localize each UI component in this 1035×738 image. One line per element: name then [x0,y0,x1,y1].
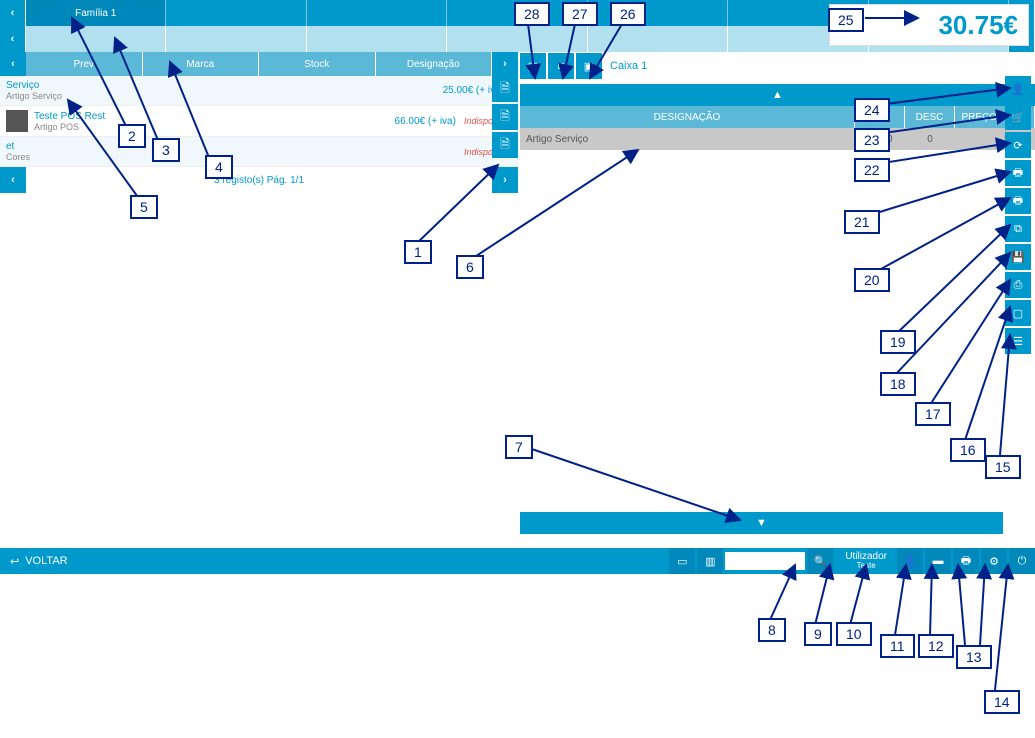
anno-20: 20 [854,268,890,292]
card-icon[interactable]: ▭ [669,548,695,574]
cart-row[interactable]: Artigo Serviço 1.000 0 25.00 [520,128,1035,150]
user-name: Teste [845,562,887,571]
device-icon[interactable]: ▢ [1005,300,1031,326]
back-label: VOLTAR [25,555,67,567]
col-desig[interactable]: Designação [376,52,493,76]
anno-25: 25 [828,8,864,32]
anno-27: 27 [562,2,598,26]
barcode-icon[interactable]: ⧈ [548,53,574,79]
anno-11: 11 [880,634,915,658]
product-name: Teste POS Rest [34,111,395,122]
anno-8: 8 [758,618,786,642]
anno-14: 14 [984,690,1020,714]
print-icon-1[interactable]: 🖶 [1005,160,1031,186]
doc-icon-3[interactable]: 🗎 [492,132,518,158]
wallet-icon[interactable]: ▬ [925,548,951,574]
pager-text: 3 registo(s) Pág. 1/1 [26,175,492,186]
anno-19: 19 [880,330,916,354]
doc-icon-2[interactable]: 🗎 [492,104,518,130]
anno-5: 5 [130,195,158,219]
anno-13: 13 [956,645,992,669]
cart-col-desc: DESC [905,106,955,128]
anno-21: 21 [844,210,880,234]
cart-col-desig: DESIGNAÇÃO [520,106,855,128]
product-row[interactable]: et Cores Indisponível [0,137,518,167]
user-box[interactable]: Utilizador Teste [837,551,895,571]
caixa-label: Caixa 1 [610,60,647,72]
col-stock[interactable]: Stock [259,52,376,76]
user-icon[interactable]: 👤 [1005,76,1031,102]
family-tab-2[interactable] [166,0,306,26]
total-amount: 30.75€ [938,10,1018,41]
config-icon[interactable]: ⚙ [981,548,1007,574]
subfamily-tab-1[interactable] [26,26,166,52]
family-tab-5[interactable] [588,0,728,26]
payment-icon[interactable]: ⎙ [1005,272,1031,298]
anno-23: 23 [854,128,890,152]
anno-15: 15 [985,455,1021,479]
anno-26: 26 [610,2,646,26]
back-button[interactable]: ↩ VOLTAR [0,555,78,568]
anno-9: 9 [804,622,832,646]
family-prev[interactable]: ‹ [0,0,26,26]
receipt-icon[interactable]: ▤ [520,53,546,79]
subfamily-tab-3[interactable] [307,26,447,52]
refresh-icon[interactable]: ⟳ [1005,132,1031,158]
anno-1: 1 [404,240,432,264]
doc-icon-1[interactable]: 🗎 [492,76,518,102]
product-price: 66.00€ (+ iva) [395,116,456,127]
product-row[interactable]: Serviço Artigo Serviço 25.00€ (+ iva) [0,76,518,106]
cart-item-desc: 0 [905,128,955,150]
anno-18: 18 [880,372,916,396]
product-row[interactable]: Teste POS Rest Artigo POS 66.00€ (+ iva)… [0,106,518,137]
power-icon[interactable]: ⏻ [1009,548,1035,574]
print-icon-2[interactable]: 🖶 [1005,188,1031,214]
footer-prev[interactable]: ‹ [0,167,26,193]
save-icon[interactable]: 💾 [1005,244,1031,270]
product-sub: Artigo Serviço [6,91,443,101]
back-icon: ↩ [10,555,19,568]
col-prev[interactable]: Prev [26,52,143,76]
cart-item-name: Artigo Serviço [520,128,855,150]
col-marca[interactable]: Marca [143,52,260,76]
anno-4: 4 [205,155,233,179]
anno-2: 2 [118,124,146,148]
anno-28: 28 [514,2,550,26]
printer-bottom-icon[interactable]: 🖶 [953,548,979,574]
subfamily-tab-2[interactable] [166,26,306,52]
collapse-down[interactable]: ▼ [520,512,1003,534]
product-thumb [6,110,28,132]
anno-22: 22 [854,158,890,182]
family-tab-3[interactable] [307,0,447,26]
anno-3: 3 [152,138,180,162]
terminal-icon[interactable]: ▣ [576,53,602,79]
search-icon[interactable]: 🔍 [807,548,833,574]
product-sub: Artigo POS [34,122,395,132]
expand-up[interactable]: ▲ [520,84,1035,106]
subfamily-tab-5[interactable] [588,26,728,52]
list-next-page[interactable]: › [492,52,518,76]
calculator-icon[interactable]: ⧉ [1005,216,1031,242]
search-input[interactable] [725,552,805,570]
anno-17: 17 [915,402,951,426]
footer-next[interactable]: › [492,167,518,193]
anno-10: 10 [836,622,872,646]
anno-12: 12 [918,634,954,658]
anno-24: 24 [854,98,890,122]
product-name: et [6,141,456,152]
list-prev-page[interactable]: ‹ [0,52,26,76]
product-name: Serviço [6,80,443,91]
family-tab-1[interactable]: Família 1 [26,0,166,26]
list-icon[interactable]: ☰ [1005,328,1031,354]
user2-icon[interactable]: 👤 [897,548,923,574]
barcode-bottom-icon[interactable]: ▥ [697,548,723,574]
anno-16: 16 [950,438,986,462]
cart-icon[interactable]: 🛒 [1005,104,1031,130]
subfamily-prev[interactable]: ‹ [0,26,26,52]
anno-7: 7 [505,435,533,459]
anno-6: 6 [456,255,484,279]
subfamily-tab-4[interactable] [447,26,587,52]
